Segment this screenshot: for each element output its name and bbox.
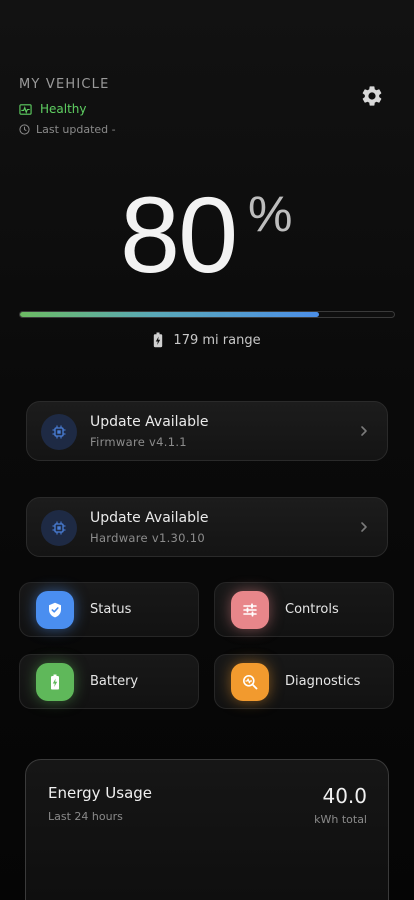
hardware-update-card[interactable]: Update Available Hardware v1.30.10 [26, 497, 388, 557]
battery-level-bar [19, 311, 395, 318]
gear-icon[interactable] [360, 84, 384, 108]
battery-percent-display: 80 % [0, 180, 414, 290]
energy-value: 40.0 [322, 784, 367, 808]
tile-label: Battery [90, 674, 139, 689]
battery-level-fill [20, 312, 320, 317]
energy-title: Energy Usage [48, 784, 153, 802]
sliders-icon [243, 603, 257, 617]
update-title: Update Available [90, 510, 209, 526]
controls-icon-badge [231, 591, 269, 629]
tile-label: Status [90, 602, 132, 617]
energy-usage-card[interactable]: Energy Usage Last 24 hours 40.0 kWh tota… [25, 759, 389, 900]
firmware-update-card[interactable]: Update Available Firmware v4.1.1 [26, 401, 388, 461]
controls-tile[interactable]: Controls [214, 582, 394, 637]
status-icon-badge [36, 591, 74, 629]
energy-subtitle: Last 24 hours [48, 810, 123, 823]
status-tile[interactable]: Status [19, 582, 199, 637]
health-pulse-icon [19, 103, 32, 115]
battery-icon-badge [36, 663, 74, 701]
update-version: Hardware v1.30.10 [90, 531, 205, 545]
update-title: Update Available [90, 414, 209, 430]
chip-icon-badge [41, 414, 77, 450]
battery-charging-icon [154, 332, 163, 348]
last-updated: Last updated - [19, 123, 116, 136]
chip-icon [52, 521, 66, 535]
update-version: Firmware v4.1.1 [90, 435, 187, 449]
diagnostics-icon-badge [231, 663, 269, 701]
chevron-right-icon [361, 522, 367, 532]
battery-percent-value: 80 [120, 174, 238, 295]
battery-charging-icon [51, 674, 59, 690]
energy-unit: kWh total [314, 813, 367, 826]
battery-tile[interactable]: Battery [19, 654, 199, 709]
health-label: Healthy [40, 102, 87, 116]
battery-percent-sign: % [248, 186, 293, 242]
app-screen: MY VEHICLE Healthy Last updated - 80 % 1… [0, 0, 414, 900]
health-status: Healthy [19, 102, 87, 116]
tile-label: Diagnostics [285, 674, 361, 689]
range-info: 179 mi range [0, 332, 414, 348]
last-updated-label: Last updated - [36, 123, 116, 136]
chip-icon [52, 425, 66, 439]
tile-label: Controls [285, 602, 339, 617]
diagnostics-tile[interactable]: Diagnostics [214, 654, 394, 709]
shield-icon [49, 602, 61, 618]
magnify-pulse-icon [243, 675, 258, 690]
chip-icon-badge [41, 510, 77, 546]
page-title: MY VEHICLE [19, 77, 110, 92]
clock-icon [19, 124, 30, 135]
range-label: 179 mi range [173, 332, 261, 348]
chevron-right-icon [361, 426, 367, 436]
